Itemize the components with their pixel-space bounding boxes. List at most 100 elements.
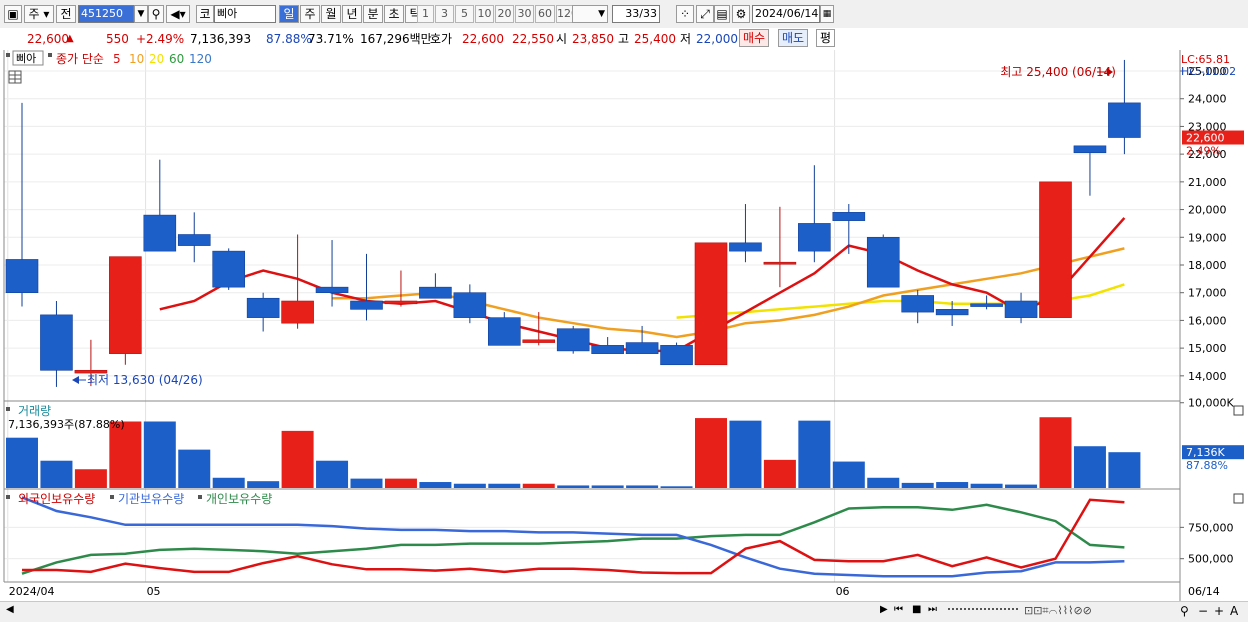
- candle-body: [763, 261, 797, 265]
- draw-icon[interactable]: ⤢: [696, 5, 714, 23]
- candle-body: [143, 214, 177, 252]
- interval-dropdown[interactable]: ▼: [572, 5, 608, 23]
- save-icon[interactable]: ▤: [714, 5, 730, 23]
- tab-5[interactable]: 초: [384, 5, 404, 23]
- candle-body: [935, 309, 969, 316]
- hold-tick-label: 500,000: [1188, 553, 1234, 566]
- high-label: 고: [618, 32, 630, 46]
- candle-body: [591, 345, 624, 354]
- tab-3[interactable]: 년: [342, 5, 362, 23]
- volume-info: 7,136,393주(87.88%): [8, 418, 125, 431]
- last-volume-pct: 87.88%: [1186, 459, 1228, 472]
- zoom-icon[interactable]: ⚲: [1180, 604, 1189, 618]
- jump-first-icon[interactable]: ⏮: [894, 604, 903, 615]
- volume-bar: [109, 421, 142, 488]
- volume-bar: [247, 481, 280, 488]
- turnover-rate: 73.71%: [308, 32, 354, 46]
- candle-body: [1108, 102, 1141, 138]
- volume-bar: [1108, 452, 1141, 488]
- zoom-out-icon[interactable]: −: [1198, 604, 1208, 618]
- layout-icon[interactable]: ▣: [4, 5, 22, 23]
- stock-name-input[interactable]: 삐아: [214, 5, 276, 23]
- eval-button[interactable]: 평: [816, 29, 836, 47]
- volume-bar: [74, 469, 107, 488]
- stock-tag: 삐아: [16, 52, 36, 65]
- search-icon[interactable]: ⚲: [148, 5, 164, 23]
- volume-bar: [212, 477, 245, 488]
- interval-1[interactable]: 1: [417, 5, 434, 23]
- tab-0[interactable]: 일: [279, 5, 299, 23]
- volume-bar: [40, 460, 73, 488]
- scroll-left-icon[interactable]: ◀: [6, 604, 14, 615]
- volume-bar: [798, 420, 831, 488]
- font-size-icon[interactable]: A: [1230, 604, 1238, 618]
- hold-marker-icon: [110, 495, 114, 499]
- interval-20[interactable]: 20: [495, 5, 514, 23]
- candle-body: [556, 328, 590, 352]
- interval-30[interactable]: 30: [515, 5, 534, 23]
- volume-bar: [557, 485, 590, 488]
- candle-body: [5, 259, 39, 293]
- price-tick-label: 16,000: [1188, 314, 1227, 327]
- count-input[interactable]: 33/33: [612, 5, 660, 23]
- low-price: 22,000: [696, 32, 738, 46]
- volume-bar: [281, 430, 314, 488]
- interval-60[interactable]: 60: [535, 5, 555, 23]
- tab-1[interactable]: 주: [300, 5, 320, 23]
- ma-label: 종가 단순: [56, 52, 104, 66]
- open-label: 시: [556, 32, 568, 46]
- volume-bar: [763, 459, 796, 488]
- price-tick-label: 14,000: [1188, 370, 1227, 383]
- prev-button[interactable]: 전: [56, 5, 76, 23]
- volume-bar: [867, 477, 900, 488]
- ma-period-10: 10: [129, 52, 144, 66]
- hold-panel-close-icon[interactable]: [1233, 493, 1244, 504]
- hold-marker-icon: [198, 495, 202, 499]
- candle-body: [522, 339, 556, 343]
- scroll-right-icon[interactable]: ▶: [880, 604, 888, 615]
- speaker-icon[interactable]: ◀▾: [166, 5, 190, 23]
- candle-body: [901, 295, 935, 313]
- candle-body: [109, 256, 142, 354]
- date-input[interactable]: 2024/06/14: [752, 5, 820, 23]
- tab-2[interactable]: 월: [321, 5, 341, 23]
- zoom-in-icon[interactable]: +: [1214, 604, 1224, 618]
- compare-icon[interactable]: ⁘: [676, 5, 694, 23]
- stop-icon[interactable]: ■: [912, 604, 921, 615]
- candle-body: [729, 242, 762, 252]
- ma-period-60: 60: [169, 52, 184, 66]
- buy-button[interactable]: 매수: [739, 29, 770, 47]
- gear-icon[interactable]: ⚙: [732, 5, 750, 23]
- volume-bar: [384, 478, 417, 488]
- jump-last-icon[interactable]: ⏭: [928, 604, 937, 615]
- volume-bar: [901, 482, 934, 488]
- interval-5[interactable]: 5: [455, 5, 474, 23]
- panel-marker-icon: [6, 53, 10, 57]
- candle-body: [419, 286, 452, 299]
- period-type-select[interactable]: 주 ▾: [24, 5, 54, 23]
- interval-10[interactable]: 10: [475, 5, 494, 23]
- calendar-icon[interactable]: ▦: [820, 5, 834, 23]
- candle-body: [866, 236, 900, 288]
- stock-code-input[interactable]: 451250: [78, 5, 134, 23]
- vol-panel-close-icon[interactable]: [1233, 405, 1244, 416]
- bid-price: 22,550: [512, 32, 554, 46]
- sell-button[interactable]: 매도: [778, 29, 809, 47]
- market-select[interactable]: 코: [196, 5, 214, 23]
- bid-label: 호가: [430, 32, 453, 46]
- drawing-tools-icon[interactable]: ⊡⊡⌗⌒⌇⌇⌇⊘⊘: [1024, 604, 1092, 618]
- volume-bar: [6, 437, 38, 488]
- interval-3[interactable]: 3: [435, 5, 454, 23]
- code-dropdown[interactable]: ▼: [134, 5, 148, 23]
- volume-bar: [832, 461, 865, 488]
- last-price-tag: 22,600: [1186, 132, 1225, 145]
- tab-4[interactable]: 분: [363, 5, 383, 23]
- candle-body: [212, 250, 245, 288]
- chart-area[interactable]: 2024/04 05 06 14,000 15,000 16,000 17,000 18,00…: [0, 50, 1248, 601]
- quote-bar: 22,600 ▲ 550 +2.49% 7,136,393 87.88% 73.…: [0, 28, 1248, 51]
- volume-bar: [453, 483, 486, 488]
- zoom-slider[interactable]: [948, 608, 1018, 614]
- price-tick-label: 15,000: [1188, 342, 1227, 355]
- candle-body: [798, 223, 831, 252]
- volume-bar: [316, 460, 349, 488]
